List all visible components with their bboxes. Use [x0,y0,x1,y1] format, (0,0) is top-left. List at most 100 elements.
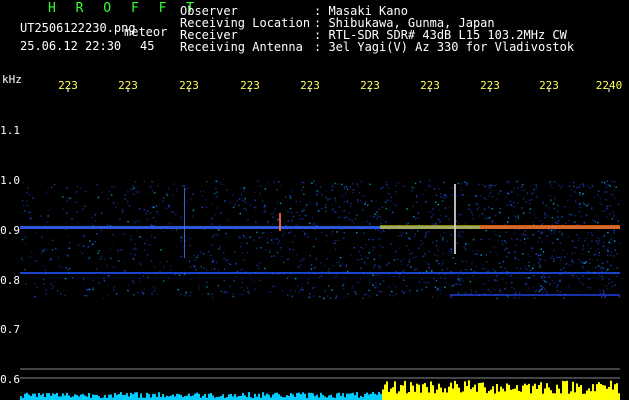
noise-dot [599,289,601,291]
noise-dot [79,250,81,253]
noise-dot [214,214,217,216]
strip-bar [432,385,434,400]
strip-bar [126,393,128,400]
strip-bar [316,394,318,400]
noise-dot [526,282,528,285]
noise-dot [568,185,571,187]
noise-dot [407,264,409,266]
noise-dot [606,254,609,257]
noise-dot [378,229,380,231]
strip-bar [304,393,306,400]
noise-dot [579,281,582,284]
noise-dot [224,268,226,270]
noise-dot [240,194,243,196]
noise-dot [395,250,397,253]
noise-dot [557,210,559,213]
noise-dot [43,283,45,285]
noise-dot [382,280,385,282]
noise-dot [357,259,360,261]
strip-bar [42,393,44,400]
strip-bar [72,396,74,400]
noise-dot [432,241,434,244]
strip-bar [20,396,22,400]
noise-dot [398,247,401,249]
noise-dot [95,268,98,270]
strip-bar [188,393,190,400]
noise-dot [579,194,581,196]
noise-dot [50,283,52,285]
noise-dot [241,268,243,271]
noise-dot [591,208,593,210]
noise-dot [388,262,390,264]
noise-dot [424,236,426,238]
noise-dot [269,249,271,251]
noise-dot [100,255,103,257]
strip-bar [110,394,112,400]
noise-dot [343,231,345,234]
strip-bar [276,392,278,400]
noise-dot [220,212,222,214]
strip-bar [522,385,524,400]
strip-bar [558,388,560,400]
noise-dot [143,249,146,251]
noise-dot [423,281,425,284]
noise-dot [350,254,352,256]
noise-dot [535,184,537,186]
noise-dot [402,270,404,273]
noise-dot [557,220,560,222]
noise-dot [467,183,469,185]
noise-dot [607,268,609,271]
noise-dot [561,233,564,235]
noise-dot [470,290,472,292]
noise-dot [544,288,546,290]
noise-dot [429,211,432,213]
noise-dot [289,207,292,210]
noise-dot [493,230,496,233]
noise-dot [603,241,605,244]
noise-dot [225,260,227,262]
noise-dot [333,276,336,279]
noise-dot [526,268,528,270]
noise-dot [380,266,382,268]
strip-bar [568,393,570,400]
noise-dot [616,253,618,255]
noise-dot [143,180,146,182]
noise-dot [579,210,581,213]
noise-dot [576,186,578,189]
strip-bar [74,394,76,400]
noise-dot [113,244,115,246]
noise-dot [223,280,226,282]
noise-dot [484,208,486,211]
noise-dot [302,230,304,233]
strip-bar [62,393,64,400]
noise-dot [592,219,594,221]
noise-dot [294,235,296,237]
noise-dot [43,278,45,281]
noise-dot [472,237,475,239]
noise-dot [590,287,592,289]
noise-dot [521,257,524,260]
noise-dot [507,274,509,276]
noise-dot [428,184,430,187]
noise-dot [94,214,97,216]
noise-dot [412,187,414,189]
strip-bar [402,385,404,400]
strip-bar [464,381,466,400]
noise-dot [349,212,351,214]
noise-dot [94,220,97,222]
noise-dot [210,244,213,246]
strip-bar [168,396,170,400]
noise-dot [34,232,37,234]
noise-dot [311,182,313,184]
noise-dot [610,242,612,244]
noise-dot [590,231,593,234]
noise-dot [335,297,337,299]
noise-dot [603,249,606,251]
noise-dot [156,211,158,213]
noise-dot [349,205,351,207]
noise-dot [197,254,199,256]
noise-dot [154,220,157,223]
noise-dot [525,201,527,203]
noise-dot [503,249,506,251]
noise-dot [325,235,328,237]
